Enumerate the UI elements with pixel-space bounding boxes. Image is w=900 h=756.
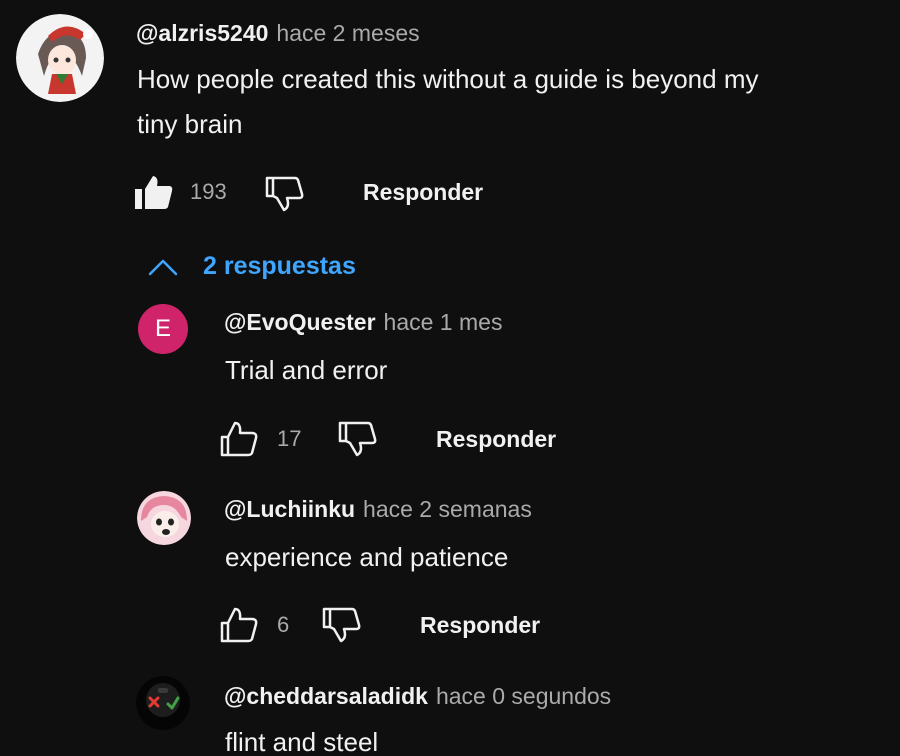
thumbs-up-icon[interactable] [218, 607, 260, 650]
avatar[interactable] [16, 14, 104, 102]
comment-text-line-2: tiny brain [137, 109, 243, 139]
avatar[interactable]: E [138, 304, 188, 354]
comment-actions: 193 Responder [133, 170, 533, 214]
reply-timestamp[interactable]: hace 0 segundos [436, 683, 611, 709]
like-count: 6 [277, 612, 290, 637]
reply-header: @Luchiinku hace 2 semanas [224, 495, 532, 523]
avatar[interactable] [136, 676, 190, 730]
thumbs-up-icon[interactable] [218, 421, 260, 464]
reply-text: Trial and error [225, 355, 388, 385]
reply-button[interactable]: Responder [420, 603, 540, 647]
reply-header: @cheddarsaladidk hace 0 segundos [224, 682, 611, 710]
reply-button[interactable]: Responder [363, 170, 483, 214]
thumbs-down-icon[interactable] [336, 419, 380, 462]
reply-timestamp[interactable]: hace 2 semanas [363, 496, 532, 522]
comment-text-line-1: How people created this without a guide … [137, 64, 759, 94]
comment-thread: @alzris5240 hace 2 meses How people creat… [0, 0, 900, 756]
reply-text: experience and patience [225, 542, 509, 572]
thumbs-down-icon[interactable] [320, 605, 364, 648]
reply-button[interactable]: Responder [436, 417, 556, 461]
reply-actions: 6 Responder [218, 603, 618, 647]
reply-author[interactable]: @Luchiinku [224, 496, 355, 522]
reply-author[interactable]: @EvoQuester [224, 309, 376, 335]
reply-actions: 17 Responder [218, 417, 618, 461]
chevron-up-icon [148, 259, 178, 276]
replies-count-label: 2 respuestas [203, 252, 356, 280]
reply-author[interactable]: @cheddarsaladidk [224, 683, 428, 709]
comment-author[interactable]: @alzris5240 [136, 20, 268, 46]
avatar[interactable] [137, 491, 191, 545]
comment-timestamp[interactable]: hace 2 meses [276, 20, 419, 46]
thumbs-down-icon[interactable] [263, 174, 307, 217]
avatar-letter: E [154, 315, 171, 342]
reply-timestamp[interactable]: hace 1 mes [384, 309, 503, 335]
like-count: 17 [277, 426, 302, 451]
comment-header: @alzris5240 hace 2 meses [136, 19, 420, 47]
reply-header: @EvoQuester hace 1 mes [224, 308, 502, 336]
like-count: 193 [190, 179, 227, 204]
reply-text: flint and steel [225, 727, 379, 756]
thumbs-up-filled-icon[interactable] [133, 174, 173, 215]
